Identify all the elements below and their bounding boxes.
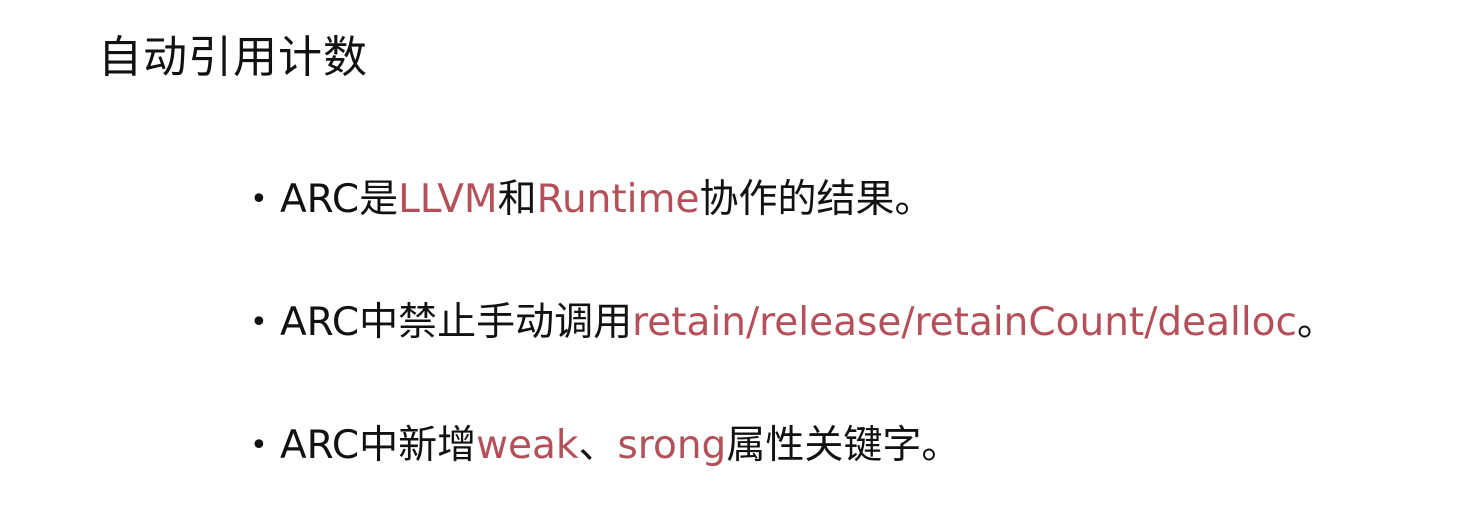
slide-title: 自动引用计数 [98,32,368,83]
bullet-list: • ARC是LLVM和Runtime协作的结果。 • ARC中禁止手动调用retai… [250,168,1336,478]
slide: 自动引用计数 • ARC是LLVM和Runtime协作的结果。 • ARC中禁止手动… [0,0,1472,530]
text-plain: 和 [497,177,537,222]
keyword-srong: srong [617,423,727,468]
keyword-methods: retain/release/retainCount/dealloc [632,300,1297,345]
bullet-item-forbidden-calls: • ARC中禁止手动调用retain/release/retainCount/de… [250,291,1336,355]
bullet-dot: • [250,428,268,463]
text-plain: ARC中禁止手动调用 [280,300,633,345]
text-plain: ARC是 [280,177,399,222]
bullet-dot: • [250,182,268,217]
text-plain: 属性关键字。 [726,423,961,468]
text-plain: ARC中新增 [280,423,477,468]
bullet-dot: • [250,305,268,340]
bullet-item-llvm-runtime: • ARC是LLVM和Runtime协作的结果。 [250,168,1336,232]
keyword-weak: weak [476,423,579,468]
text-plain: 。 [1296,300,1336,345]
keyword-llvm: LLVM [398,177,498,222]
text-plain: 协作的结果。 [699,177,934,222]
bullet-item-property-keywords: • ARC中新增weak、srong属性关键字。 [250,414,1336,478]
text-plain: 、 [578,423,618,468]
keyword-runtime: Runtime [536,177,700,222]
